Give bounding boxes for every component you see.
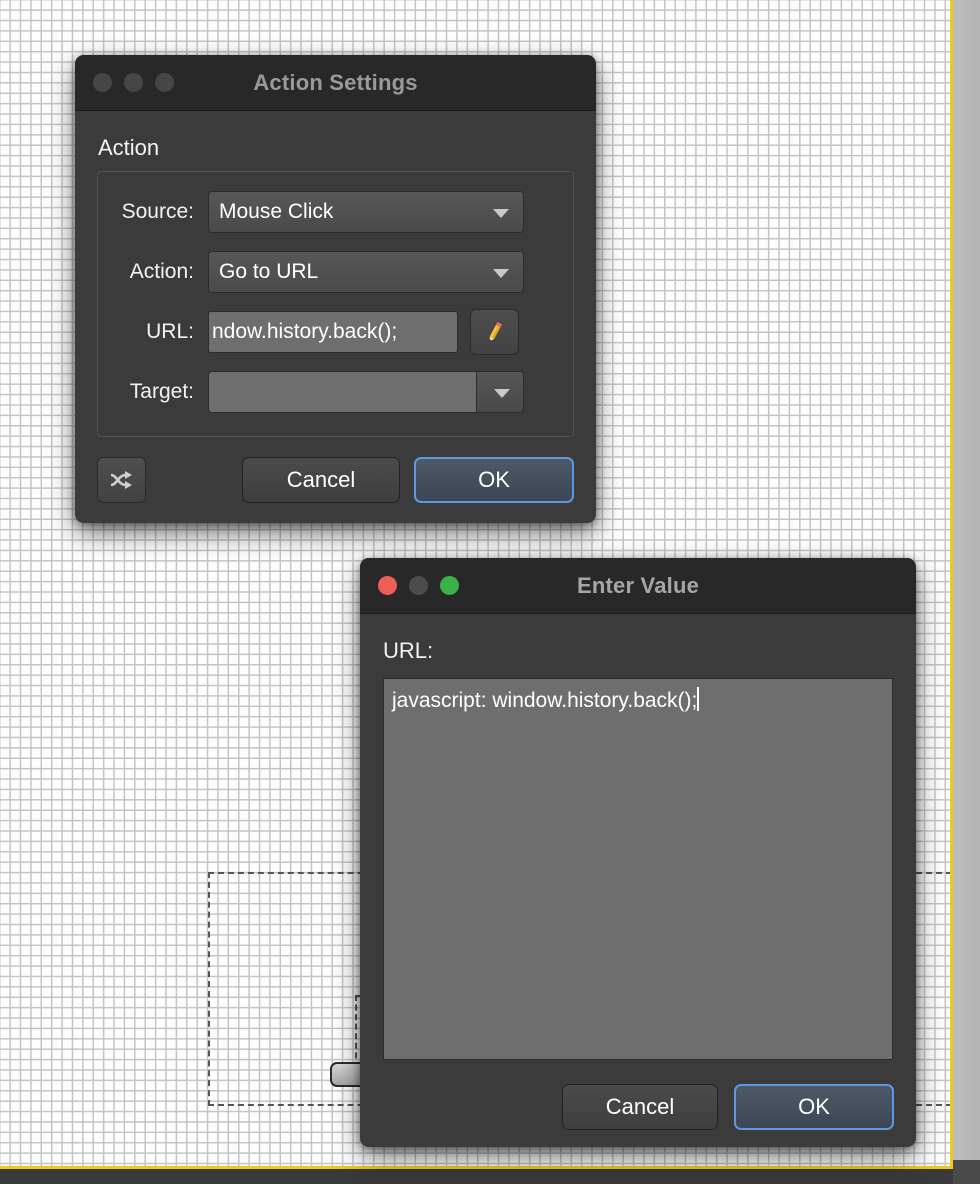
cancel-button[interactable]: Cancel (562, 1084, 718, 1130)
action-group-label: Action (98, 135, 160, 160)
action-combobox[interactable]: Go to URL (208, 251, 524, 293)
action-row: Action: Go to URL (98, 250, 573, 294)
window-controls (378, 576, 459, 595)
target-combobox[interactable] (208, 371, 524, 413)
ok-button[interactable]: OK (734, 1084, 894, 1130)
editor-canvas: Action Settings Action Source: Mouse Cli… (0, 0, 980, 1184)
canvas-right-margin (953, 0, 980, 1169)
action-label: Action: (129, 260, 194, 283)
action-settings-button-bar: Cancel OK (75, 457, 596, 503)
branch-logic-button[interactable] (97, 457, 146, 503)
action-value: Go to URL (219, 260, 319, 283)
edit-url-button[interactable] (470, 309, 519, 355)
target-row: Target: (98, 370, 573, 414)
source-label: Source: (121, 200, 194, 223)
chevron-down-icon (494, 389, 510, 398)
chevron-down-icon (493, 209, 509, 218)
target-input[interactable] (209, 372, 477, 412)
enter-value-dialog: Enter Value URL: javascript: window.hist… (360, 558, 916, 1147)
close-button[interactable] (93, 73, 112, 92)
url-input[interactable]: ndow.history.back(); (208, 311, 458, 353)
url-label: URL: (146, 320, 194, 343)
target-label: Target: (129, 380, 194, 403)
cancel-button[interactable]: Cancel (242, 457, 400, 503)
pencil-icon (489, 321, 502, 342)
enter-value-titlebar[interactable]: Enter Value (360, 558, 916, 614)
source-row: Source: Mouse Click (98, 190, 573, 234)
action-settings-dialog: Action Settings Action Source: Mouse Cli… (75, 55, 596, 523)
ok-button[interactable]: OK (414, 457, 574, 503)
target-dropdown-button[interactable] (477, 372, 523, 412)
chevron-down-icon (493, 269, 509, 278)
zoom-button[interactable] (440, 576, 459, 595)
minimize-button[interactable] (124, 73, 143, 92)
value-field-label: URL: (383, 638, 434, 663)
enter-value-body: URL: javascript: window.history.back(); … (360, 638, 916, 1130)
zoom-button[interactable] (155, 73, 174, 92)
source-combobox[interactable]: Mouse Click (208, 191, 524, 233)
close-button[interactable] (378, 576, 397, 595)
action-settings-body: Action Source: Mouse Click Action: Go to… (75, 135, 596, 503)
action-settings-titlebar[interactable]: Action Settings (75, 55, 596, 111)
minimize-button[interactable] (409, 576, 428, 595)
value-text: javascript: window.history.back(); (392, 689, 698, 712)
enter-value-button-bar: Cancel OK (360, 1084, 916, 1130)
canvas-corner-chrome (953, 1160, 980, 1184)
canvas-bottom-chrome (0, 1169, 980, 1184)
url-row: URL: ndow.history.back(); (98, 309, 573, 355)
shuffle-icon (110, 471, 132, 489)
window-controls (93, 73, 174, 92)
text-cursor (697, 687, 700, 711)
action-group-box: Source: Mouse Click Action: Go to URL UR… (97, 171, 574, 437)
value-textarea[interactable]: javascript: window.history.back(); (383, 678, 893, 1060)
source-value: Mouse Click (219, 200, 334, 223)
